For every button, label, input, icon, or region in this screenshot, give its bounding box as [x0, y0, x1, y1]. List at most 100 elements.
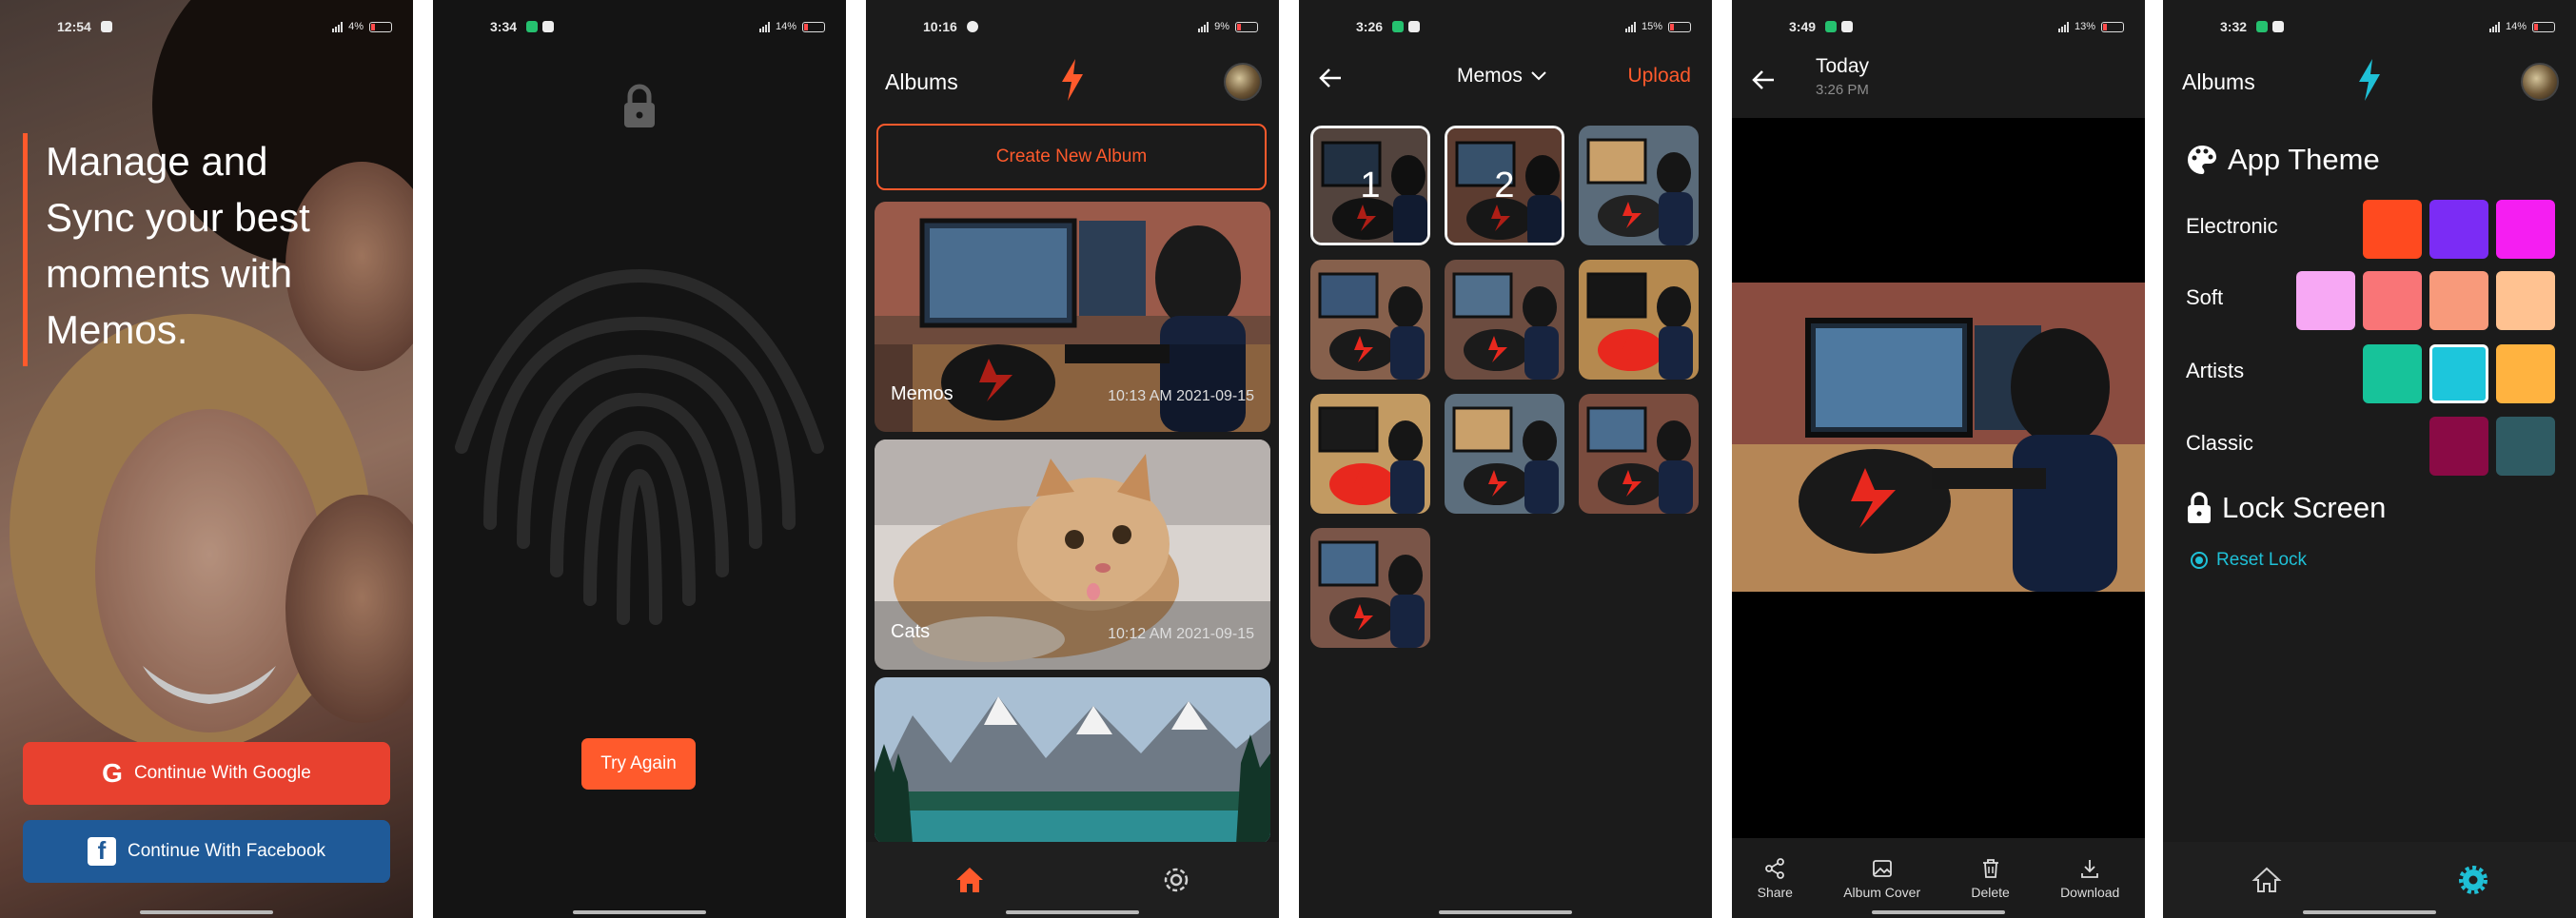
- theme-swatch[interactable]: [2429, 344, 2488, 403]
- theme-swatch[interactable]: [2496, 344, 2555, 403]
- battery-percent: 13%: [2074, 21, 2095, 32]
- theme-swatch[interactable]: [2496, 271, 2555, 330]
- photo-thumbnail[interactable]: [1579, 260, 1699, 380]
- try-again-button[interactable]: Try Again: [581, 738, 696, 790]
- reset-lock-button[interactable]: Reset Lock: [2190, 550, 2307, 571]
- signal-icon: [2488, 21, 2500, 32]
- avatar[interactable]: [2521, 63, 2559, 101]
- share-button[interactable]: Share: [1758, 857, 1793, 900]
- share-label: Share: [1757, 884, 1793, 900]
- home-indicator: [2303, 910, 2436, 914]
- selection-number: 2: [1494, 165, 1515, 205]
- continue-with-google-button[interactable]: G Continue With Google: [23, 742, 390, 805]
- settings-screen: 3:32 14% Albums App Theme Electronic Soft…: [2163, 0, 2576, 918]
- album-dropdown[interactable]: Memos: [1457, 65, 1547, 88]
- theme-swatch[interactable]: [2429, 271, 2488, 330]
- app-theme-heading: App Theme: [2186, 143, 2380, 177]
- theme-swatch[interactable]: [2363, 344, 2422, 403]
- palette-icon: [2188, 146, 2216, 174]
- battery-percent: 4%: [348, 21, 364, 32]
- back-arrow-icon[interactable]: [1751, 68, 1776, 91]
- settings-gear-icon[interactable]: [2458, 865, 2488, 895]
- youtube-icon: [542, 21, 555, 32]
- delete-button[interactable]: Delete: [1971, 857, 2010, 900]
- album-card-cats[interactable]: Cats 10:12 AM 2021-09-15: [875, 439, 1270, 670]
- album-card-memos[interactable]: Memos 10:13 AM 2021-09-15: [875, 202, 1270, 432]
- lock-icon: [2188, 492, 2211, 523]
- album-name: Memos: [891, 383, 954, 404]
- facebook-icon: f: [87, 836, 116, 866]
- app-theme-label: App Theme: [2228, 143, 2380, 176]
- image-icon: [1872, 859, 1892, 877]
- photo-thumbnail[interactable]: 1: [1310, 126, 1430, 245]
- bottom-nav: [2163, 842, 2576, 918]
- home-indicator: [1439, 910, 1572, 914]
- radio-icon: [2191, 552, 2208, 569]
- continue-with-facebook-button[interactable]: f Continue With Facebook: [23, 820, 390, 883]
- status-bar: 3:26 15%: [1299, 0, 1712, 53]
- full-photo[interactable]: [1732, 283, 2145, 592]
- theme-swatch[interactable]: [2496, 417, 2555, 476]
- back-arrow-icon[interactable]: [1318, 67, 1343, 89]
- share-icon: [1765, 857, 1785, 879]
- facebook-button-label: Continue With Facebook: [127, 841, 326, 861]
- theme-swatch[interactable]: [2496, 200, 2555, 259]
- status-time: 3:34: [490, 19, 518, 34]
- lock-icon: [624, 84, 655, 127]
- photo-thumbnail[interactable]: [1579, 126, 1699, 245]
- photo-thumbnail[interactable]: [1310, 528, 1430, 648]
- settings-gear-icon[interactable]: [1161, 865, 1191, 895]
- youtube-icon: [1841, 21, 1854, 32]
- status-time: 3:32: [2220, 19, 2248, 34]
- battery-icon: [2101, 21, 2124, 32]
- signal-icon: [2057, 21, 2069, 32]
- battery-percent: 9%: [1214, 21, 1229, 32]
- avatar[interactable]: [1224, 63, 1262, 101]
- google-button-label: Continue With Google: [133, 763, 311, 783]
- create-new-album-button[interactable]: Create New Album: [876, 124, 1267, 190]
- app-icon: [1392, 21, 1405, 32]
- youtube-icon: [100, 21, 112, 32]
- home-indicator: [573, 910, 706, 914]
- photo-thumbnail[interactable]: [1445, 260, 1564, 380]
- album-cover-image: [875, 677, 1270, 844]
- app-icon: [966, 21, 978, 32]
- login-screen: 12:54 4% Manage and Sync your best momen…: [0, 0, 413, 918]
- page-title: Albums: [2182, 68, 2255, 94]
- bolt-logo-icon: [1062, 59, 1083, 101]
- app-header: Albums: [866, 53, 1279, 110]
- signal-icon: [1198, 21, 1209, 32]
- photo-thumbnail[interactable]: [1445, 394, 1564, 514]
- theme-swatch[interactable]: [2363, 271, 2422, 330]
- upload-button[interactable]: Upload: [1627, 65, 1691, 88]
- album-cover-button[interactable]: Album Cover: [1843, 857, 1920, 900]
- album-cover-label: Album Cover: [1843, 884, 1921, 900]
- theme-swatch[interactable]: [2363, 200, 2422, 259]
- theme-label-soft: Soft: [2186, 285, 2224, 309]
- status-bar: 10:16 9%: [866, 0, 1279, 53]
- theme-swatch[interactable]: [2296, 271, 2355, 330]
- youtube-icon: [2272, 21, 2285, 32]
- theme-swatch[interactable]: [2429, 417, 2488, 476]
- album-card-landscape[interactable]: [875, 677, 1270, 844]
- trash-icon: [1982, 858, 1998, 878]
- photo-viewer-screen: 3:49 13% Today 3:26 PM Share Album Cover…: [1732, 0, 2145, 918]
- battery-percent: 15%: [1641, 21, 1662, 32]
- photo-thumbnail[interactable]: [1310, 394, 1430, 514]
- theme-swatch[interactable]: [2429, 200, 2488, 259]
- chevron-down-icon: [1531, 71, 1546, 81]
- album-name: Cats: [891, 621, 931, 642]
- album-detail-screen: 3:26 15% Memos Upload 1 2: [1299, 0, 1712, 918]
- battery-icon: [2532, 21, 2555, 32]
- bottom-nav: [866, 842, 1279, 918]
- home-icon[interactable]: [2251, 865, 2282, 895]
- home-icon[interactable]: [954, 865, 985, 895]
- albums-screen: 10:16 9% Albums Create New Album Memos 1…: [866, 0, 1279, 918]
- photo-thumbnail[interactable]: [1579, 394, 1699, 514]
- download-button[interactable]: Download: [2060, 857, 2119, 900]
- photo-actions-bar: Share Album Cover Delete Download: [1732, 838, 2145, 918]
- album-date: 10:13 AM 2021-09-15: [1108, 388, 1254, 404]
- photo-thumbnail[interactable]: [1310, 260, 1430, 380]
- delete-label: Delete: [1971, 884, 2010, 900]
- photo-thumbnail[interactable]: 2: [1445, 126, 1564, 245]
